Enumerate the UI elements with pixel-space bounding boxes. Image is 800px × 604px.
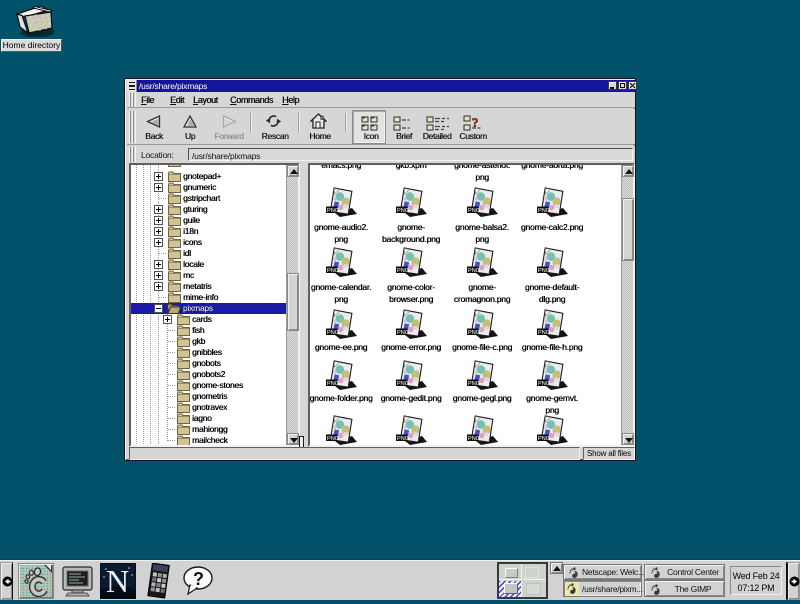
svg-text:?: ?: [193, 569, 204, 589]
svg-text:?: ?: [472, 115, 479, 130]
svg-text:N: N: [106, 563, 129, 599]
